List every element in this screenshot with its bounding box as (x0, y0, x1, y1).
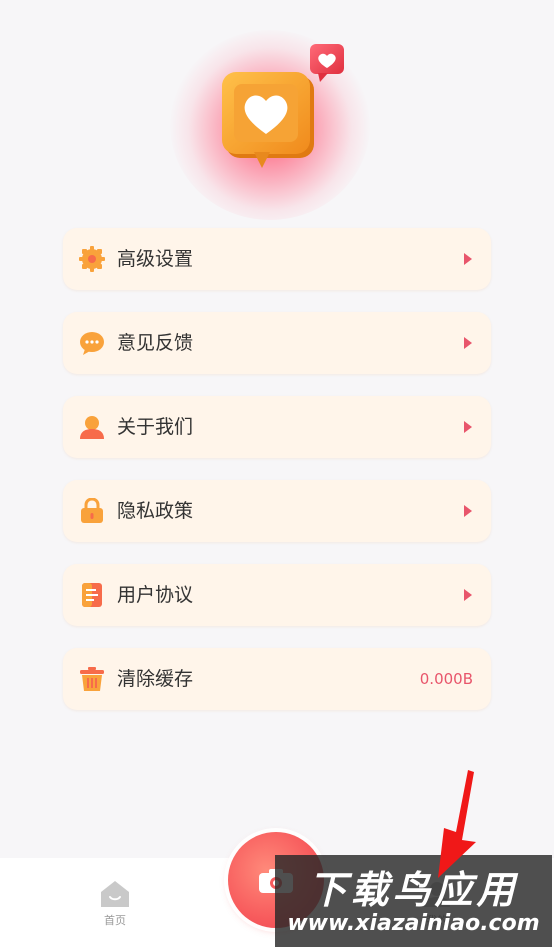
lock-icon (81, 498, 103, 523)
watermark-url: www.xiazainiao.com (287, 911, 540, 936)
heart-chat-icon (222, 44, 344, 168)
cache-size-value: 0.000B (419, 670, 473, 688)
user-icon (80, 416, 104, 439)
menu-item-advanced-settings[interactable]: 高级设置 (63, 228, 491, 290)
watermark: 下载鸟应用 www.xiazainiao.com (275, 855, 552, 947)
watermark-title: 下载鸟应用 (308, 868, 519, 912)
gear-icon (79, 246, 105, 272)
menu-item-label: 用户协议 (117, 584, 194, 606)
chevron-right-icon (464, 421, 472, 433)
chevron-right-icon (464, 505, 472, 517)
nav-tab-home[interactable]: 首页 (90, 880, 140, 930)
menu-item-label: 清除缓存 (117, 668, 194, 690)
chevron-right-icon (464, 589, 472, 601)
home-icon (101, 881, 129, 907)
chevron-right-icon (464, 253, 472, 265)
menu-item-label: 意见反馈 (117, 332, 194, 354)
hero-illustration (150, 30, 390, 220)
menu-item-user-agreement[interactable]: 用户协议 (63, 564, 491, 626)
chevron-right-icon (464, 337, 472, 349)
menu-item-label: 高级设置 (117, 248, 194, 270)
menu-item-feedback[interactable]: 意见反馈 (63, 312, 491, 374)
red-arrow-annotation (438, 770, 476, 878)
trash-icon (80, 667, 104, 691)
menu-item-clear-cache[interactable]: 清除缓存 0.000B (63, 648, 491, 710)
nav-home-label: 首页 (104, 914, 126, 927)
menu-item-label: 隐私政策 (117, 500, 194, 522)
menu-item-label: 关于我们 (117, 416, 194, 438)
menu-item-privacy-policy[interactable]: 隐私政策 (63, 480, 491, 542)
document-icon (82, 583, 102, 607)
chat-bubble-icon (80, 332, 104, 355)
menu-item-about-us[interactable]: 关于我们 (63, 396, 491, 458)
